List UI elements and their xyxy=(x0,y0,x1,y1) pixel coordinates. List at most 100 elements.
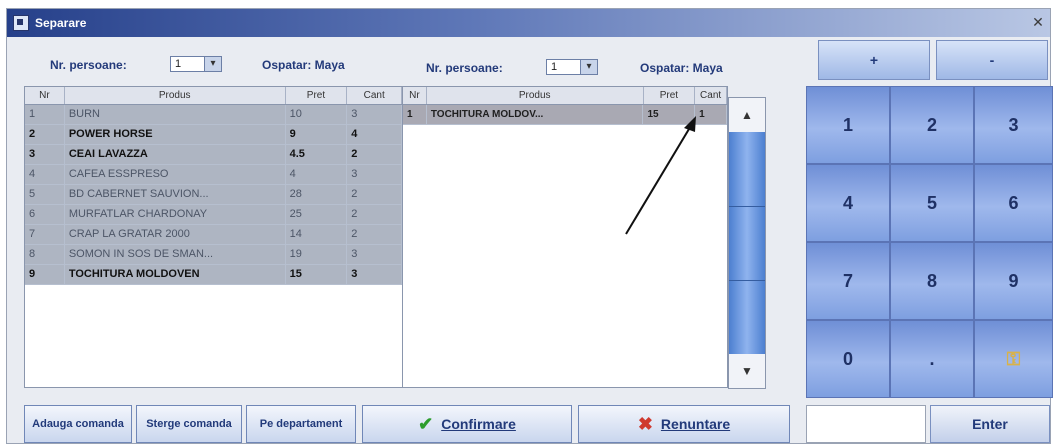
scroll-down-icon[interactable]: ▼ xyxy=(729,354,765,388)
enter-button[interactable]: Enter xyxy=(930,405,1050,443)
table-row[interactable]: 6 MURFATLAR CHARDONAY 25 2 xyxy=(25,205,402,225)
key-5[interactable]: 5 xyxy=(890,164,974,242)
cell-nr: 2 xyxy=(25,125,65,144)
cell-pret: 4.5 xyxy=(285,145,348,164)
left-waiter-label: Ospatar: Maya xyxy=(262,58,345,72)
cell-produs: TOCHITURA MOLDOV... xyxy=(426,105,644,124)
left-persons-label: Nr. persoane: xyxy=(50,58,127,72)
key-dot[interactable]: . xyxy=(890,320,974,398)
left-order-table: Nr Produs Pret Cant 1 BURN 10 3 2 POWER … xyxy=(24,86,403,388)
cell-cant: 3 xyxy=(347,105,402,124)
cell-cant: 3 xyxy=(347,165,402,184)
cell-pret: 19 xyxy=(285,245,348,264)
renuntare-label: Renuntare xyxy=(660,416,731,432)
cell-nr: 1 xyxy=(25,105,65,124)
adauga-comanda-button[interactable]: Adauga comanda xyxy=(24,405,132,443)
cell-nr: 4 xyxy=(25,165,65,184)
cell-pret: 4 xyxy=(285,165,348,184)
cell-pret: 14 xyxy=(285,225,348,244)
cell-cant: 2 xyxy=(347,185,402,204)
check-icon: ✔ xyxy=(418,414,434,434)
col-produs[interactable]: Produs xyxy=(65,87,286,104)
cell-nr: 8 xyxy=(25,245,65,264)
col-nr[interactable]: Nr xyxy=(403,87,427,104)
cell-nr: 1 xyxy=(403,105,427,124)
cell-cant: 2 xyxy=(347,205,402,224)
col-cant[interactable]: Cant xyxy=(347,87,402,104)
cell-nr: 9 xyxy=(25,265,65,284)
cell-cant: 3 xyxy=(347,265,402,284)
cell-produs: BD CABERNET SAUVION... xyxy=(64,185,286,204)
col-produs[interactable]: Produs xyxy=(427,87,644,104)
cell-pret: 15 xyxy=(285,265,348,284)
cell-produs: CEAI LAVAZZA xyxy=(64,145,286,164)
col-nr[interactable]: Nr xyxy=(25,87,65,104)
pe-departament-button[interactable]: Pe departament xyxy=(246,405,356,443)
app-icon xyxy=(13,15,29,31)
left-persons-spinner[interactable]: 1 ▾ xyxy=(170,56,222,72)
confirmare-button[interactable]: ✔ Confirmare xyxy=(362,405,572,443)
right-waiter-label: Ospatar: Maya xyxy=(640,61,723,75)
spinner-arrow-icon[interactable]: ▾ xyxy=(580,60,597,74)
col-cant[interactable]: Cant xyxy=(695,87,727,104)
table-row[interactable]: 1 BURN 10 3 xyxy=(25,105,402,125)
cell-produs: CRAP LA GRATAR 2000 xyxy=(64,225,286,244)
cell-produs: CAFEA ESSPRESO xyxy=(64,165,286,184)
key-icon: ⚿ xyxy=(1006,348,1021,369)
cell-pret: 28 xyxy=(285,185,348,204)
cell-cant: 4 xyxy=(347,125,402,144)
key-8[interactable]: 8 xyxy=(890,242,974,320)
cell-cant: 2 xyxy=(347,225,402,244)
key-4[interactable]: 4 xyxy=(806,164,890,242)
cell-produs: POWER HORSE xyxy=(64,125,286,144)
key-7[interactable]: 7 xyxy=(806,242,890,320)
table-row[interactable]: 1 TOCHITURA MOLDOV... 15 1 xyxy=(403,105,727,125)
sterge-comanda-button[interactable]: Sterge comanda xyxy=(136,405,242,443)
cell-nr: 3 xyxy=(25,145,65,164)
col-pret[interactable]: Pret xyxy=(286,87,348,104)
minus-button[interactable]: - xyxy=(936,40,1048,80)
right-table-scrollbar[interactable]: ▲ ▼ xyxy=(728,97,766,389)
cell-cant: 3 xyxy=(347,245,402,264)
cell-pret: 15 xyxy=(643,105,696,124)
plus-button[interactable]: + xyxy=(818,40,930,80)
left-persons-value[interactable]: 1 xyxy=(171,57,204,71)
col-pret[interactable]: Pret xyxy=(644,87,696,104)
key-2[interactable]: 2 xyxy=(890,86,974,164)
key-9[interactable]: 9 xyxy=(974,242,1053,320)
table-row[interactable]: 8 SOMON IN SOS DE SMAN... 19 3 xyxy=(25,245,402,265)
cell-pret: 25 xyxy=(285,205,348,224)
scroll-up-icon[interactable]: ▲ xyxy=(729,98,765,132)
scroll-track[interactable] xyxy=(729,132,765,354)
key-6[interactable]: 6 xyxy=(974,164,1053,242)
key-3[interactable]: 3 xyxy=(974,86,1053,164)
key-1[interactable]: 1 xyxy=(806,86,890,164)
close-icon[interactable]: ✕ xyxy=(1030,14,1046,30)
cell-cant: 1 xyxy=(695,105,727,124)
right-persons-label: Nr. persoane: xyxy=(426,61,503,75)
spinner-arrow-icon[interactable]: ▾ xyxy=(204,57,221,71)
right-persons-value[interactable]: 1 xyxy=(547,60,580,74)
cell-pret: 10 xyxy=(285,105,348,124)
table-row[interactable]: 4 CAFEA ESSPRESO 4 3 xyxy=(25,165,402,185)
cell-cant: 2 xyxy=(347,145,402,164)
title-bar: Separare ✕ xyxy=(7,9,1050,37)
right-order-table: Nr Produs Pret Cant 1 TOCHITURA MOLDOV..… xyxy=(402,86,728,388)
cell-produs: SOMON IN SOS DE SMAN... xyxy=(64,245,286,264)
table-row[interactable]: 7 CRAP LA GRATAR 2000 14 2 xyxy=(25,225,402,245)
table-row[interactable]: 9 TOCHITURA MOLDOVEN 15 3 xyxy=(25,265,402,285)
table-row[interactable]: 3 CEAI LAVAZZA 4.5 2 xyxy=(25,145,402,165)
x-icon: ✖ xyxy=(637,414,653,434)
cell-produs: MURFATLAR CHARDONAY xyxy=(64,205,286,224)
backspace-key[interactable]: ⚿ xyxy=(974,320,1053,398)
confirmare-label: Confirmare xyxy=(441,416,516,432)
left-table-header: Nr Produs Pret Cant xyxy=(25,87,402,105)
cell-nr: 6 xyxy=(25,205,65,224)
right-persons-spinner[interactable]: 1 ▾ xyxy=(546,59,598,75)
table-row[interactable]: 2 POWER HORSE 9 4 xyxy=(25,125,402,145)
renuntare-button[interactable]: ✖ Renuntare xyxy=(578,405,790,443)
cell-nr: 7 xyxy=(25,225,65,244)
cell-nr: 5 xyxy=(25,185,65,204)
key-0[interactable]: 0 xyxy=(806,320,890,398)
table-row[interactable]: 5 BD CABERNET SAUVION... 28 2 xyxy=(25,185,402,205)
